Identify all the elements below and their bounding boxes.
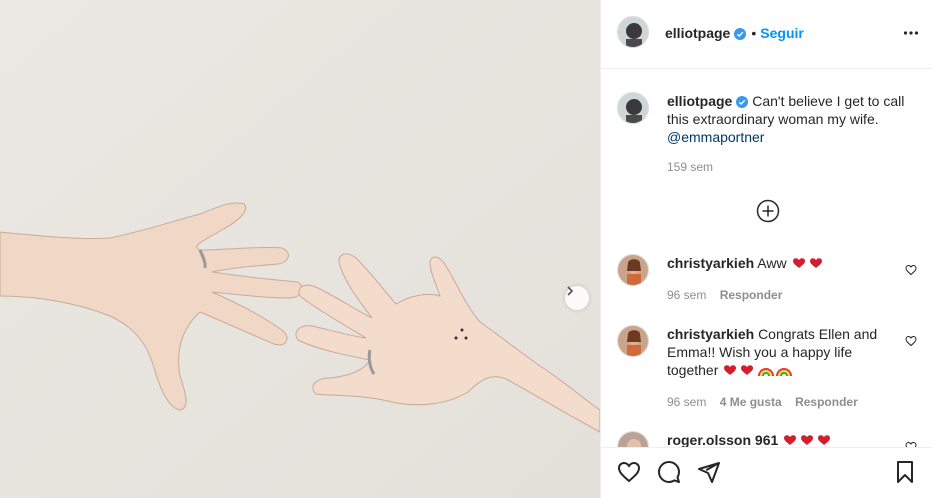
caption-time[interactable]: 159 sem: [667, 158, 929, 176]
heart-outline-icon[interactable]: [905, 264, 917, 276]
comment-likes[interactable]: 4 Me gusta: [720, 395, 782, 409]
avatar-image: [618, 255, 648, 285]
heart-outline-icon[interactable]: [905, 335, 917, 347]
comment-avatar[interactable]: [617, 431, 649, 447]
caption-text-block: elliotpage Can't believe I get to call t…: [667, 92, 929, 176]
comment-username[interactable]: christyarkieh: [667, 255, 754, 271]
heart-outline-icon[interactable]: [617, 460, 641, 484]
more-horizontal-icon[interactable]: [903, 25, 919, 41]
avatar-image: [618, 17, 648, 47]
comment-text-block: christyarkieh Aww 96 sem Responder: [667, 254, 892, 304]
comment-avatar[interactable]: [617, 325, 649, 357]
comment-meta: 96 sem 4 Me gusta Responder: [667, 393, 892, 411]
reply-button[interactable]: Responder: [720, 288, 783, 302]
comment-text-block: christyarkieh Congrats Ellen and Emma!! …: [667, 325, 892, 411]
avatar-image: [618, 93, 648, 123]
comment-username[interactable]: roger.olsson 961: [667, 432, 778, 447]
post-actions-bar: [601, 447, 932, 498]
comment-clip: roger.olsson 961: [601, 425, 932, 447]
paper-plane-icon[interactable]: [697, 460, 721, 484]
chevron-right-icon: [567, 286, 574, 296]
header-user-line: elliotpage • Seguir: [665, 25, 804, 41]
comment-meta: 96 sem Responder: [667, 286, 892, 304]
verified-badge-icon: [736, 96, 749, 108]
comment-text-block: roger.olsson 961: [667, 431, 892, 447]
avatar-image: [618, 432, 648, 447]
avatar-image: [618, 326, 648, 356]
comment-username[interactable]: christyarkieh: [667, 326, 754, 342]
bookmark-icon[interactable]: [893, 460, 917, 484]
comment-icon[interactable]: [657, 460, 681, 484]
caption-username[interactable]: elliotpage: [667, 93, 732, 109]
post-image[interactable]: [0, 0, 600, 498]
comment-avatar[interactable]: [617, 254, 649, 286]
caption-mention[interactable]: @emmaportner: [667, 129, 764, 145]
caption-avatar[interactable]: [617, 92, 649, 124]
heart-eyes-rainbow-emoji-icon: [724, 365, 793, 377]
plus-circle-icon[interactable]: [756, 199, 780, 223]
header-username[interactable]: elliotpage: [665, 25, 730, 41]
comment-text: Aww: [757, 255, 787, 271]
post-side-panel: elliotpage • Seguir elliotpage Can't belie…: [600, 0, 932, 498]
heart-eyes-emoji-icon: [792, 258, 822, 268]
hands-photo: [0, 0, 600, 498]
reply-button[interactable]: Responder: [795, 395, 858, 409]
comment-time[interactable]: 96 sem: [667, 395, 706, 409]
post-header: elliotpage • Seguir: [601, 0, 932, 69]
follow-button[interactable]: Seguir: [760, 25, 804, 41]
comment-time[interactable]: 96 sem: [667, 288, 706, 302]
avatar[interactable]: [617, 16, 649, 48]
next-image-button[interactable]: [565, 286, 589, 310]
separator-dot: •: [751, 25, 757, 41]
heart-emoji-icon: [784, 435, 831, 445]
verified-badge-icon: [734, 28, 747, 40]
